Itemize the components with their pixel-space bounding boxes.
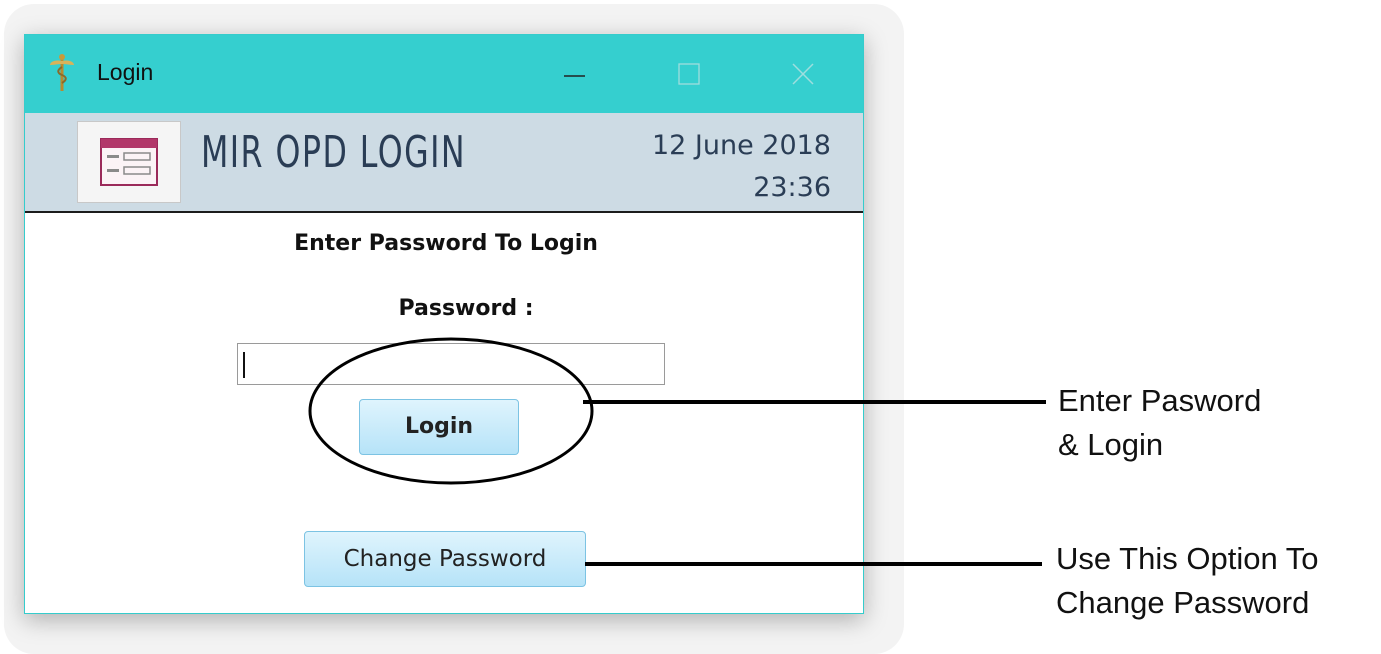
- login-annotation-line-2: & Login: [1058, 427, 1164, 462]
- change-annotation-line-2: Change Password: [1056, 585, 1310, 620]
- login-annotation-line-1: Enter Pasword: [1058, 383, 1262, 418]
- change-annotation-line-1: Use This Option To: [1056, 541, 1319, 576]
- change-password-annotation: Use This Option To Change Password: [1056, 537, 1319, 625]
- login-annotation: Enter Pasword & Login: [1058, 379, 1261, 467]
